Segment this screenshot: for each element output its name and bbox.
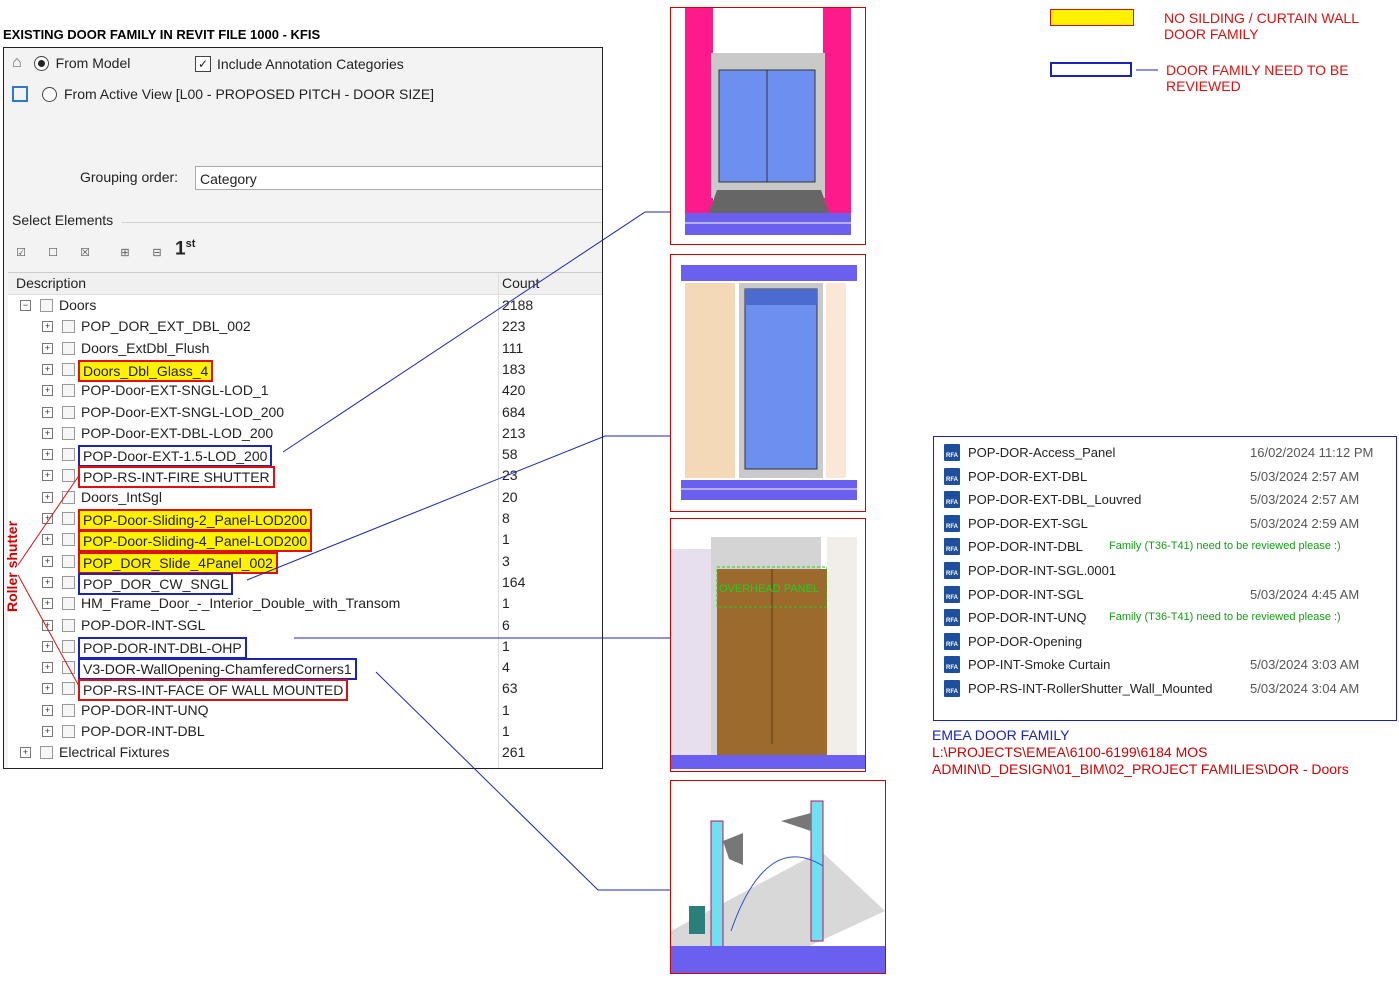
file-name: POP-DOR-EXT-DBL_Louvred [968, 492, 1142, 508]
file-row[interactable]: RFA POP-DOR-EXT-DBL 5/03/2024 2:57 AM [944, 466, 1394, 488]
bracket-fire-shutter [17, 473, 81, 566]
file-row[interactable]: RFA POP-DOR-INT-UNQ Family (T36-T41) need … [944, 607, 1394, 629]
file-date: 5/03/2024 2:57 AM [1250, 468, 1360, 484]
file-row[interactable]: RFA POP-INT-Smoke Curtain 5/03/2024 3:03 A… [944, 654, 1394, 676]
rfa-file-icon: RFA [944, 467, 960, 485]
path-title: EMEA DOOR FAMILY [932, 727, 1070, 743]
legend-yellow-text-2: DOOR FAMILY [1164, 26, 1259, 42]
door-overhead-panel-icon [671, 537, 865, 769]
file-name: POP-DOR-INT-DBL [968, 539, 1083, 555]
rfa-file-icon: RFA [944, 585, 960, 603]
file-date: 5/03/2024 2:59 AM [1250, 515, 1360, 531]
rfa-file-icon: RFA [944, 538, 960, 556]
file-name: POP-DOR-INT-SGL.0001 [968, 563, 1117, 578]
file-row[interactable]: RFA POP-RS-INT-RollerShutter_Wall_Mounted… [944, 678, 1394, 700]
file-row[interactable]: RFA POP-DOR-EXT-DBL_Louvred 5/03/2024 2:57… [944, 489, 1394, 511]
rfa-file-icon: RFA [944, 562, 960, 579]
file-name: POP-DOR-EXT-DBL [968, 468, 1088, 484]
door-3d-view-icon [685, 8, 851, 235]
door-elevation-icon [681, 265, 857, 500]
file-row[interactable]: RFA POP-DOR-Access_Panel 16/02/2024 11:12 … [944, 442, 1394, 464]
legend-yellow-text-1: NO SILDING / CURTAIN WALL [1164, 10, 1359, 26]
path-line-1: L:\PROJECTS\EMEA\6100-6199\6184 MOS [932, 744, 1208, 760]
door-render-ext-1-5 [670, 7, 866, 245]
file-date: 5/03/2024 4:45 AM [1250, 586, 1360, 602]
door-render-wall-opening [670, 780, 886, 974]
rfa-file-icon: RFA [944, 656, 960, 674]
rfa-file-icon: RFA [944, 514, 960, 532]
file-row[interactable]: RFA POP-DOR-EXT-SGL 5/03/2024 2:59 AM [944, 513, 1394, 535]
bracket-face-of-wall [17, 574, 81, 689]
rfa-file-icon: RFA [944, 444, 960, 461]
legend-blue-swatch [1050, 62, 1132, 77]
rfa-file-icon: RFA [944, 632, 960, 650]
file-row[interactable]: RFA POP-DOR-INT-SGL.0001 [944, 560, 1394, 582]
file-date: 5/03/2024 3:04 AM [1250, 681, 1360, 696]
door-render-int-dbl-ohp: OVERHEAD PANEL [670, 518, 866, 772]
connector-wall-opening [375, 671, 670, 891]
rfa-file-icon: RFA [944, 609, 960, 627]
file-row[interactable]: RFA POP-DOR-INT-SGL 5/03/2024 4:45 AM [944, 584, 1394, 606]
file-date: 5/03/2024 3:03 AM [1250, 657, 1360, 673]
overhead-panel-label: OVERHEAD PANEL [719, 583, 820, 595]
file-row[interactable]: RFA POP-DOR-Opening [944, 631, 1394, 653]
file-date: 5/03/2024 2:57 AM [1250, 492, 1360, 508]
file-name: POP-DOR-Access_Panel [968, 445, 1116, 460]
rfa-file-icon: RFA [944, 680, 960, 697]
rfa-file-icon: RFA [944, 491, 960, 509]
connector-cw-sngl [246, 435, 670, 581]
legend-blue-text-1: DOOR FAMILY NEED TO BE [1166, 62, 1349, 78]
family-file-list: RFA POP-DOR-Access_Panel 16/02/2024 11:12 … [933, 436, 1397, 721]
review-note: Family (T36-T41) need to be reviewed ple… [1109, 540, 1341, 553]
wall-opening-3d-icon [671, 800, 885, 973]
file-name: POP-RS-INT-RollerShutter_Wall_Mounted [968, 681, 1213, 696]
file-name: POP-INT-Smoke Curtain [968, 657, 1111, 673]
file-name: POP-DOR-INT-SGL [968, 586, 1084, 602]
file-name: POP-DOR-INT-UNQ [968, 610, 1087, 626]
legend-blue-text-2: REVIEWED [1166, 78, 1241, 94]
connector-ext-1-5 [282, 211, 670, 453]
legend-yellow-swatch [1050, 9, 1134, 26]
file-name: POP-DOR-EXT-SGL [968, 515, 1088, 531]
file-name: POP-DOR-Opening [968, 633, 1083, 649]
review-note: Family (T36-T41) need to be reviewed ple… [1109, 611, 1341, 624]
file-row[interactable]: RFA POP-DOR-INT-DBL Family (T36-T41) need … [944, 536, 1394, 558]
path-line-2: ADMIN\D_DESIGN\01_BIM\02_PROJECT FAMILIE… [932, 761, 1349, 777]
file-date: 16/02/2024 11:12 PM [1250, 445, 1374, 460]
door-render-cw-sngl [670, 254, 866, 512]
